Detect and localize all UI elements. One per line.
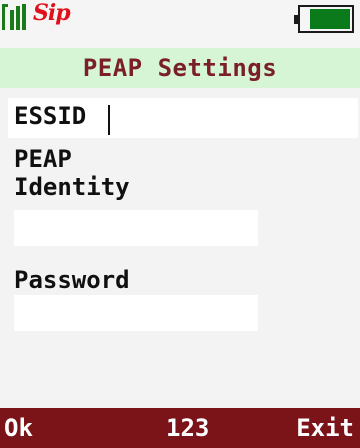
peap-identity-label-line1: PEAP	[14, 145, 72, 173]
peap-identity-label-line2: Identity	[14, 173, 130, 201]
essid-field[interactable]: ESSID	[8, 98, 358, 138]
status-bar: Sip	[0, 0, 360, 48]
password-label: Password	[14, 266, 130, 294]
ok-softkey[interactable]: Ok	[4, 413, 33, 443]
peap-settings-form: ESSID PEAP Identity Password	[0, 90, 360, 408]
softkey-bar: Ok 123 Exit	[0, 408, 360, 448]
signal-strength-icon	[2, 4, 26, 30]
phone-screen: Sip PEAP Settings ESSID PEAP Identity Pa…	[0, 0, 360, 448]
battery-tip	[294, 15, 298, 24]
sip-indicator: Sip	[33, 0, 71, 26]
input-mode-softkey[interactable]: 123	[166, 413, 209, 443]
text-cursor	[108, 105, 110, 135]
battery-level-fill	[310, 9, 350, 29]
exit-softkey[interactable]: Exit	[296, 413, 354, 443]
page-title: PEAP Settings	[0, 48, 360, 88]
peap-identity-field[interactable]	[14, 210, 258, 246]
essid-label: ESSID	[14, 102, 87, 130]
battery-icon	[294, 5, 354, 33]
password-field[interactable]	[14, 295, 258, 331]
